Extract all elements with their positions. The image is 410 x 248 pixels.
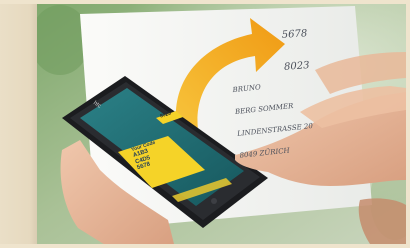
address-line: BERG SOMMER <box>234 101 294 116</box>
address-line: 8049 ZÜRICH <box>239 146 291 160</box>
page-margin-bottom <box>0 244 410 248</box>
page-margin-left <box>0 0 37 248</box>
scene-illustration <box>30 4 410 248</box>
page-margin-right <box>406 0 410 248</box>
envelope-address: BRUNO BERG SOMMER LINDENSTRASSE 20 8049 … <box>231 64 317 174</box>
corner-code-line: 5678 <box>281 28 308 41</box>
page-margin-top <box>0 0 410 4</box>
address-line: LINDENSTRASSE 20 <box>236 121 314 138</box>
address-line: BRUNO <box>232 82 262 94</box>
photo: 5678 8023 BRUNO BERG SOMMER LINDENSTRASS… <box>0 0 410 248</box>
